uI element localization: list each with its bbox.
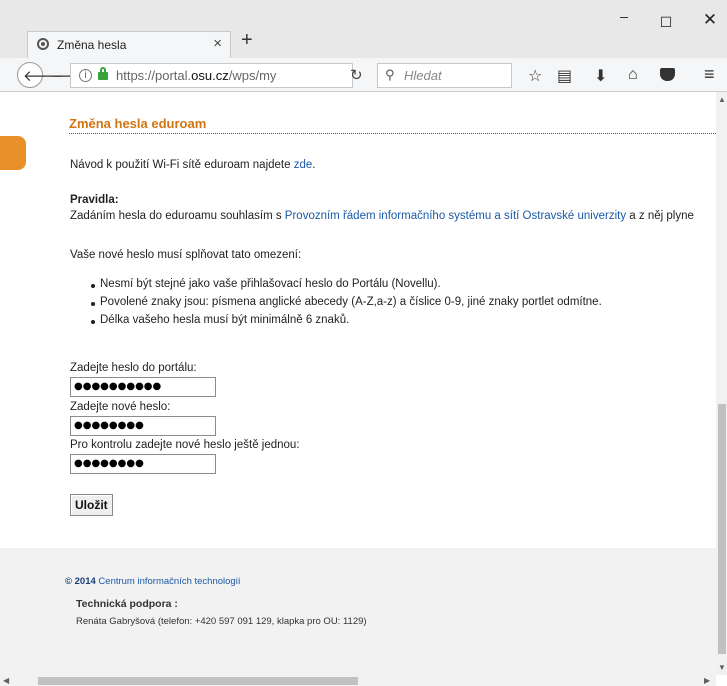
page-title: Změna hesla eduroam [69, 116, 207, 131]
cit-link[interactable]: Centrum informačních technologií [98, 576, 240, 587]
rules-label: Pravidla: [70, 194, 119, 206]
rules-link[interactable]: Provozním řádem informačního systému a s… [285, 210, 626, 222]
maximize-button[interactable]: ☐ [656, 14, 676, 31]
scroll-left-icon[interactable]: ◀ [3, 676, 9, 685]
save-button[interactable]: Uložit [70, 494, 113, 516]
home-icon[interactable]: ⌂ [628, 66, 638, 84]
constraints-list: Nesmí být stejné jako vaše přihlašovací … [91, 278, 602, 332]
back-button[interactable]: 🡐 [17, 62, 63, 88]
new-password-field[interactable]: ●●●●●●●● [70, 416, 216, 436]
portal-password-field[interactable]: ●●●●●●●●●● [70, 377, 216, 397]
scroll-down-icon[interactable]: ▼ [718, 663, 726, 672]
list-item: Povolené znaky jsou: písmena anglické ab… [91, 296, 602, 314]
copyright: © 2014 Centrum informačních technologií [65, 576, 241, 587]
url-bar[interactable]: i https://portal.osu.cz/wps/my ▭ [70, 63, 398, 88]
navigation-bar: 🡐 🡒 i https://portal.osu.cz/wps/my ▭ ↻ ⚲… [0, 58, 727, 92]
close-window-button[interactable]: ✕ [700, 10, 720, 30]
new-tab-button[interactable]: + [241, 29, 253, 52]
footer: © 2014 Centrum informačních technologií … [0, 548, 716, 675]
guide-link[interactable]: zde [294, 159, 313, 171]
clipboard-icon[interactable]: ▤ [557, 66, 572, 86]
lock-icon[interactable] [98, 67, 108, 80]
horizontal-scroll-thumb[interactable] [38, 677, 358, 685]
title-divider [69, 133, 716, 134]
browser-tab[interactable]: Změna hesla × [27, 31, 231, 58]
constraints-intro: Vaše nové heslo musí splňovat tato omeze… [70, 249, 302, 261]
vertical-scrollbar[interactable]: ▲ ▼ [716, 92, 727, 675]
confirm-password-field[interactable]: ●●●●●●●● [70, 454, 216, 474]
list-item: Nesmí být stejné jako vaše přihlašovací … [91, 278, 602, 296]
support-label: Technická podpora : [76, 598, 178, 610]
side-tab[interactable] [0, 136, 26, 170]
tab-title: Změna hesla [57, 38, 127, 52]
vertical-scroll-thumb[interactable] [718, 404, 726, 654]
intro-paragraph: Návod k použití Wi-Fi sítě eduroam najde… [70, 159, 316, 171]
new-password-label: Zadejte nové heslo: [70, 401, 171, 413]
rules-paragraph: Zadáním hesla do eduroamu souhlasím s Pr… [70, 210, 694, 222]
url-text[interactable]: https://portal.osu.cz/wps/my [116, 68, 276, 83]
info-icon[interactable]: i [79, 69, 92, 82]
star-icon[interactable]: ☆ [528, 66, 542, 86]
support-contact: Renáta Gabryšová (telefon: +420 597 091 … [76, 616, 367, 627]
search-bar[interactable]: ⚲ Hledat [377, 63, 512, 88]
favicon-icon [37, 38, 49, 50]
confirm-password-label: Pro kontrolu zadejte nové heslo ještě je… [70, 439, 300, 451]
pocket-icon[interactable] [660, 68, 675, 81]
scroll-right-icon[interactable]: ▶ [704, 676, 710, 685]
hamburger-menu-icon[interactable]: ≡ [704, 64, 715, 85]
minimize-button[interactable]: – [614, 8, 634, 24]
reload-icon[interactable]: ↻ [350, 66, 363, 84]
page-viewport: Změna hesla eduroam Návod k použití Wi-F… [0, 92, 716, 675]
horizontal-scrollbar[interactable]: ◀ ▶ [0, 675, 716, 686]
list-item: Délka vašeho hesla musí být minimálně 6 … [91, 314, 602, 332]
tab-bar: Změna hesla × + – ☐ ✕ [0, 0, 727, 58]
search-icon: ⚲ [385, 67, 395, 82]
download-icon[interactable]: ⬇ [594, 66, 607, 86]
scroll-up-icon[interactable]: ▲ [718, 95, 726, 104]
tab-close-icon[interactable]: × [213, 35, 222, 52]
search-input[interactable]: Hledat [404, 68, 442, 83]
portal-password-label: Zadejte heslo do portálu: [70, 362, 197, 374]
